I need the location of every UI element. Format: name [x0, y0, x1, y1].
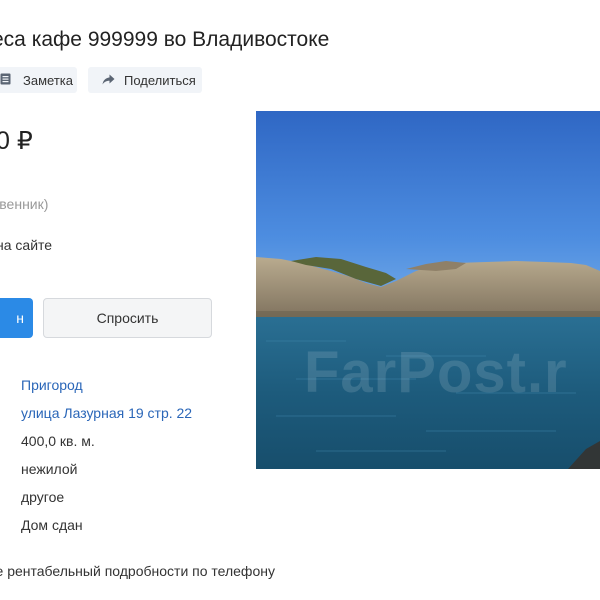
show-phone-label: н	[16, 310, 24, 326]
area-value: 400,0 кв. м.	[21, 433, 95, 449]
share-button[interactable]: Поделиться	[88, 67, 202, 93]
listing-title: еса кафе 999999 во Владивостоке	[0, 28, 330, 51]
show-phone-button[interactable]: н	[0, 298, 33, 338]
district-link[interactable]: Пригород	[21, 376, 83, 394]
description-text: фе рентабельный подробности по телефону	[0, 563, 275, 579]
share-arrow-icon	[102, 73, 115, 88]
note-label: Заметка	[23, 72, 73, 88]
share-label: Поделиться	[124, 72, 196, 88]
note-icon	[0, 73, 11, 88]
seller-type: бственник)	[0, 196, 49, 212]
ask-button[interactable]: Спросить	[43, 298, 212, 338]
purpose-value: другое	[21, 489, 65, 505]
listing-photo[interactable]: FarPost.r	[256, 111, 600, 469]
photo-watermark: FarPost.r	[304, 340, 568, 405]
building-type-value: нежилой	[21, 461, 78, 477]
building-status-value: Дом сдан	[21, 517, 83, 533]
price: 0 ₽	[0, 127, 33, 155]
address-link[interactable]: улица Лазурная 19 стр. 22	[21, 404, 192, 422]
note-button[interactable]: Заметка	[0, 67, 77, 93]
seller-on-site: на сайте	[0, 237, 53, 253]
ask-label: Спросить	[96, 310, 159, 326]
